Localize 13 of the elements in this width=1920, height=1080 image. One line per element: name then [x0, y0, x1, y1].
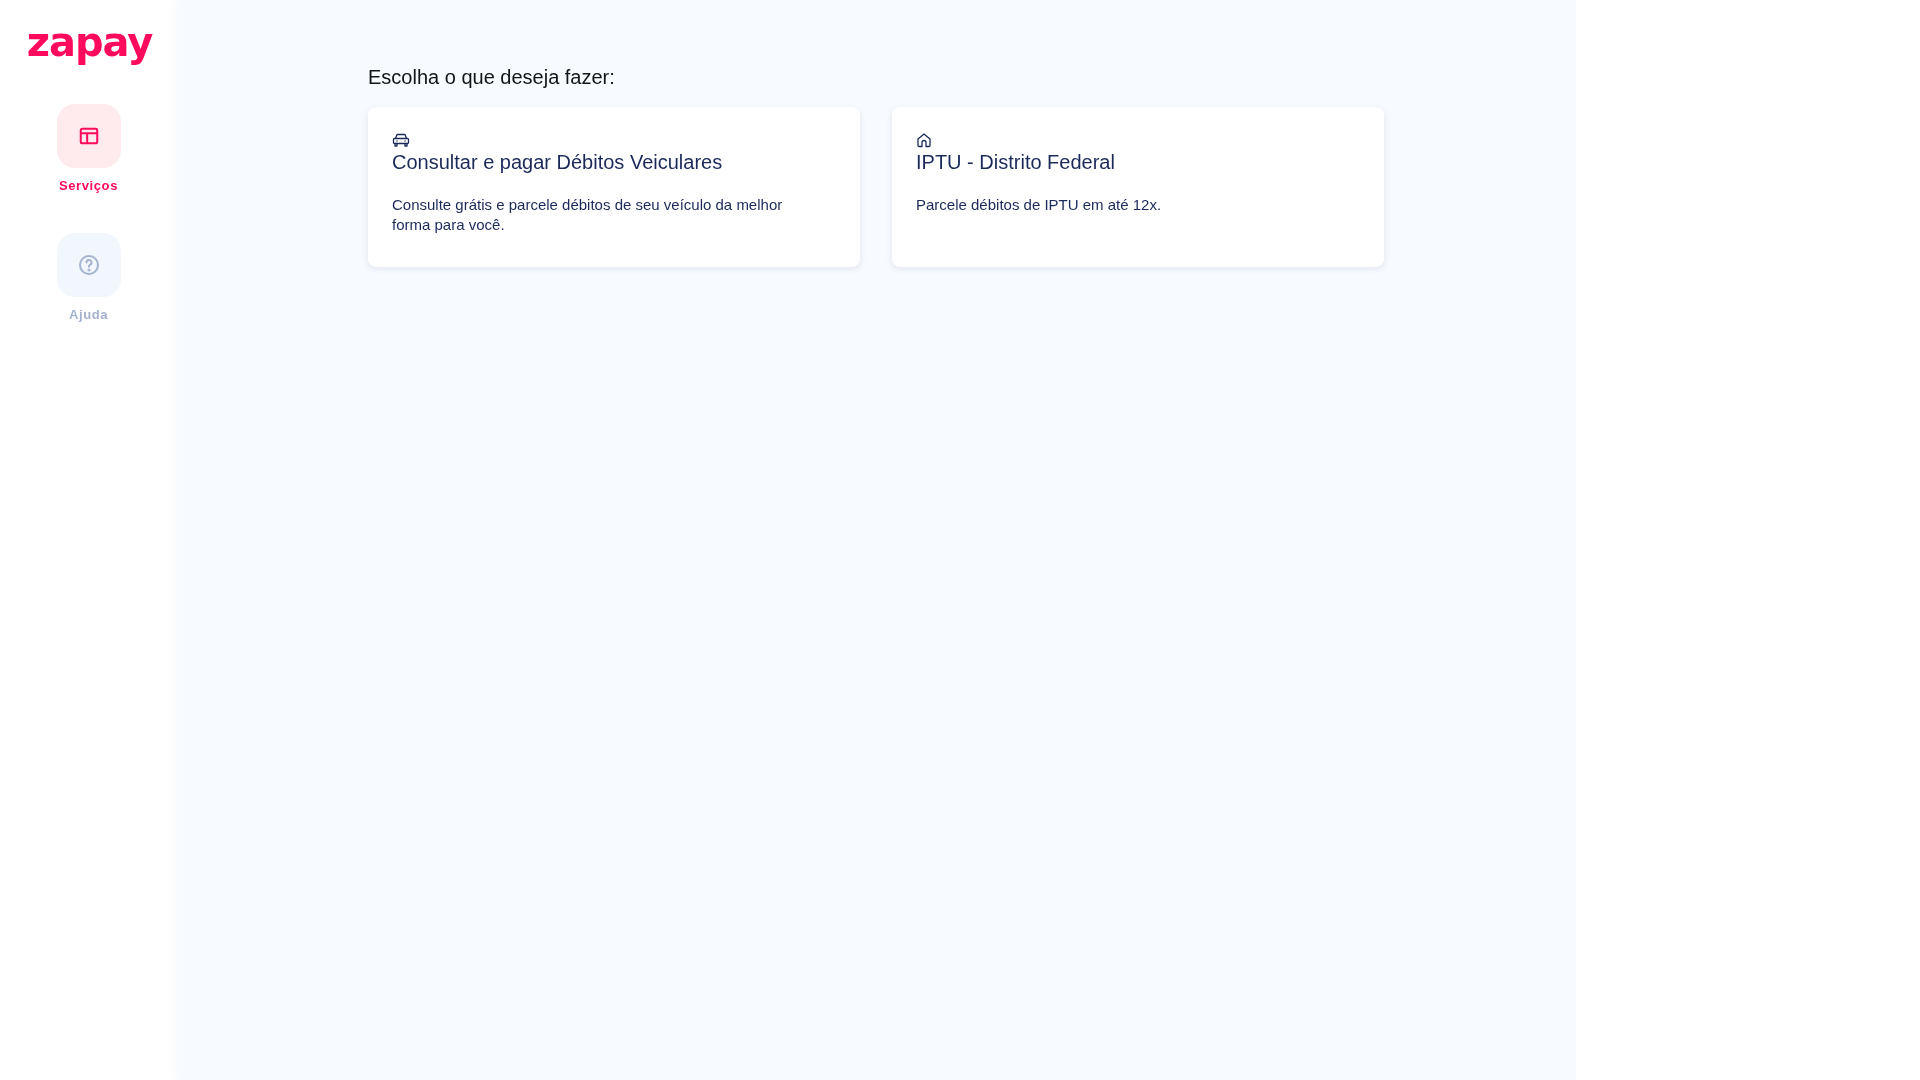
logo[interactable]: zapay	[26, 18, 153, 66]
service-card[interactable]: IPTU - Distrito Federal Parcele débitos de IPTU em até 12x.	[892, 107, 1384, 267]
card-description: Consulte grátis e parcele débitos de seu veículo da melhor forma para você.	[392, 195, 784, 235]
house-icon	[916, 132, 932, 148]
car-icon	[392, 132, 410, 148]
sidebar-item[interactable]: Ajuda	[56, 233, 121, 324]
card-title: IPTU - Distrito Federal	[916, 150, 1115, 175]
layout-icon	[56, 104, 121, 168]
service-card[interactable]: Consultar e pagar Débitos Veiculares Consulte grátis e parcele débitos de seu veículo da melhor forma para você.	[368, 107, 860, 267]
page-heading: Escolha o que deseja fazer:	[368, 65, 615, 90]
card-title: Consultar e pagar Débitos Veiculares	[392, 150, 723, 175]
sidebar-item[interactable]: Serviços	[56, 104, 121, 195]
card-description: Parcele débitos de IPTU em até 12x.	[916, 195, 1162, 215]
